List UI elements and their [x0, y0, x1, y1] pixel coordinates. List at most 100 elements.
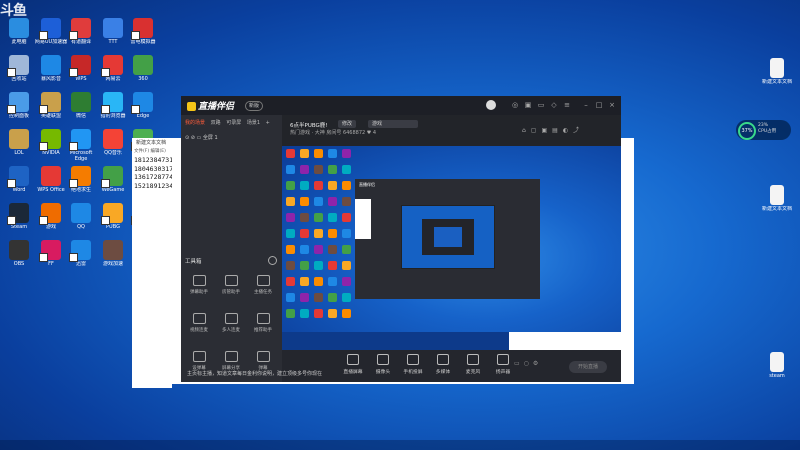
- desktop-icon-label: 控制面板: [8, 113, 29, 119]
- desktop-icon-label: 暴风影音: [40, 76, 61, 82]
- desktop-icon[interactable]: WPS: [64, 55, 98, 88]
- desktop-icon[interactable]: QQ音乐: [96, 129, 130, 162]
- close-icon[interactable]: ×: [608, 101, 616, 109]
- desktop-icon[interactable]: WeGame: [96, 166, 130, 199]
- desktop-icon-label: PUBG: [106, 224, 120, 230]
- record-controls[interactable]: ▭○⚙: [514, 360, 542, 367]
- room-category[interactable]: 游戏: [368, 120, 418, 128]
- desktop-icon[interactable]: 游戏加速: [96, 240, 130, 273]
- cpu-percent: 37%: [738, 122, 756, 140]
- skin-icon[interactable]: ◇: [550, 101, 558, 109]
- desktop-icon[interactable]: 暴风影音: [34, 55, 68, 88]
- desktop-icon[interactable]: 新建文本文档: [760, 58, 794, 91]
- app-icon: [39, 129, 61, 151]
- room-toolbar-icons[interactable]: ⌂▢▣▤◐⤴: [522, 125, 584, 134]
- tab-scene-0[interactable]: 我的场景: [185, 120, 205, 126]
- settings-icon[interactable]: ≡: [563, 101, 571, 109]
- nested-logo: 直播伴侣: [359, 182, 375, 187]
- desktop-icon[interactable]: Edge: [126, 92, 160, 125]
- tab-scene-2[interactable]: 可录屏: [226, 120, 241, 126]
- tab-scene-1[interactable]: 双路: [211, 120, 221, 126]
- minimize-icon[interactable]: –: [582, 101, 590, 109]
- bottom-tool-button[interactable]: 手机投屏: [400, 354, 426, 375]
- desktop-icon[interactable]: 360: [126, 55, 160, 88]
- go-live-button[interactable]: 开始直播: [569, 361, 607, 373]
- desktop-icon[interactable]: LOL: [2, 129, 36, 162]
- shortcut-arrow-icon: [39, 142, 48, 151]
- app-icon: [9, 129, 29, 149]
- add-scene-icon[interactable]: +: [266, 120, 270, 126]
- preview-desktop-icon: [314, 293, 323, 302]
- tools-title: 工具箱: [185, 259, 202, 265]
- notepad-text[interactable]: 18123847314 18046303175 13617287749 1521…: [132, 156, 177, 190]
- desktop-icon[interactable]: 微信: [64, 92, 98, 125]
- bottom-tool-button[interactable]: 扬声器: [490, 354, 516, 375]
- desktop-icon[interactable]: WPS Office: [34, 166, 68, 199]
- desktop-icon[interactable]: 新建文本文档: [760, 185, 794, 218]
- tool-button[interactable]: 推荐助手: [249, 313, 277, 333]
- desktop-icon[interactable]: Microsoft Edge: [64, 129, 98, 162]
- desktop-icon[interactable]: 迅雷: [64, 240, 98, 273]
- avatar[interactable]: [486, 100, 496, 110]
- desktop-icon[interactable]: 网易云: [96, 55, 130, 88]
- nested-app-preview: 直播伴侣: [355, 179, 540, 299]
- desktop-icon[interactable]: 猎豹浏览器: [96, 92, 130, 125]
- app-icon: [39, 92, 61, 114]
- desktop-icon[interactable]: Steam: [2, 203, 36, 236]
- desktop-icon[interactable]: 游戏: [34, 203, 68, 236]
- preview-desktop-icon: [286, 181, 295, 190]
- cpu-text: 23% CPU占用: [758, 123, 776, 135]
- tools-more-icon[interactable]: [268, 256, 277, 265]
- scene-label: 全屏 1: [202, 135, 218, 141]
- message-icon[interactable]: ▭: [537, 101, 545, 109]
- desktop-icon-label: 新建文本文档: [761, 79, 792, 85]
- notepad-menu[interactable]: 文件(F) 编辑(E): [132, 148, 172, 156]
- version-pill[interactable]: 新版: [245, 101, 264, 111]
- desktop-icon[interactable]: steam: [760, 352, 794, 385]
- desktop-icon-label: WeGame: [101, 187, 125, 193]
- cpu-line2: CPU占用: [758, 129, 777, 134]
- desktop-icon[interactable]: QQ: [64, 203, 98, 236]
- preview-desktop-icon: [300, 229, 309, 238]
- desktop-icon[interactable]: TTT: [96, 18, 130, 51]
- tool-button[interactable]: 多人连麦: [217, 313, 245, 333]
- bottom-tool-button[interactable]: 摄像头: [370, 354, 396, 375]
- desktop-icon[interactable]: NVIDIA: [34, 129, 68, 162]
- scene-item[interactable]: ⊙ ⊘ ▭ 全屏 1: [185, 134, 218, 141]
- desktop-icon[interactable]: 有道翻译: [64, 18, 98, 51]
- desktop-icon[interactable]: Word: [2, 166, 36, 199]
- preview-desktop-icon: [286, 165, 295, 174]
- headset-icon[interactable]: ◎: [511, 101, 519, 109]
- desktop-icon-label: 网易云: [105, 76, 121, 82]
- preview-desktop-icon: [342, 165, 351, 174]
- desktop-icon[interactable]: 英雄联盟: [34, 92, 68, 125]
- bottom-tool-button[interactable]: 多媒体: [430, 354, 456, 375]
- tab-scene-3[interactable]: 场景1: [247, 120, 260, 126]
- tool-button[interactable]: 弹幕助手: [185, 275, 213, 295]
- desktop-icon[interactable]: 回收站: [2, 55, 36, 88]
- maximize-icon[interactable]: □: [595, 101, 603, 109]
- desktop-icon[interactable]: 雷电模拟器: [126, 18, 160, 51]
- desktop-icon[interactable]: 此电脑: [2, 18, 36, 51]
- desktop-icon[interactable]: 绝地求生: [64, 166, 98, 199]
- desktop-icon[interactable]: 网易UU加速器: [34, 18, 68, 51]
- tool-icon: [192, 351, 206, 362]
- notepad-window[interactable]: 新建文本文档 文件(F) 编辑(E) 18123847314 180463031…: [132, 138, 177, 388]
- desktop-icon[interactable]: 控制面板: [2, 92, 36, 125]
- tool-button[interactable]: 视频连麦: [185, 313, 213, 333]
- stream-preview[interactable]: 直播伴侣: [282, 146, 621, 350]
- edit-room-button[interactable]: 修改: [338, 120, 357, 128]
- desktop-icon[interactable]: FF: [34, 240, 68, 273]
- tool-button[interactable]: 主播任务: [249, 275, 277, 295]
- shortcut-arrow-icon: [69, 179, 78, 188]
- desktop-icon[interactable]: PUBG: [96, 203, 130, 236]
- watermark-logo: 斗鱼: [0, 3, 27, 19]
- preview-desktop-icon: [342, 197, 351, 206]
- desktop-icon[interactable]: OBS: [2, 240, 36, 273]
- preview-desktop-icon: [342, 309, 351, 318]
- gift-icon[interactable]: ▣: [524, 101, 532, 109]
- cpu-widget[interactable]: 37% 23% CPU占用: [736, 120, 791, 140]
- streaming-app-window[interactable]: 直播伴侣 新版 ◎ ▣ ▭ ◇ ≡ – □ × 我的场景 双路 可录屏 场景1 …: [181, 96, 621, 382]
- tool-button[interactable]: 房管助手: [217, 275, 245, 295]
- bottom-tool-button[interactable]: 麦克风: [460, 354, 486, 375]
